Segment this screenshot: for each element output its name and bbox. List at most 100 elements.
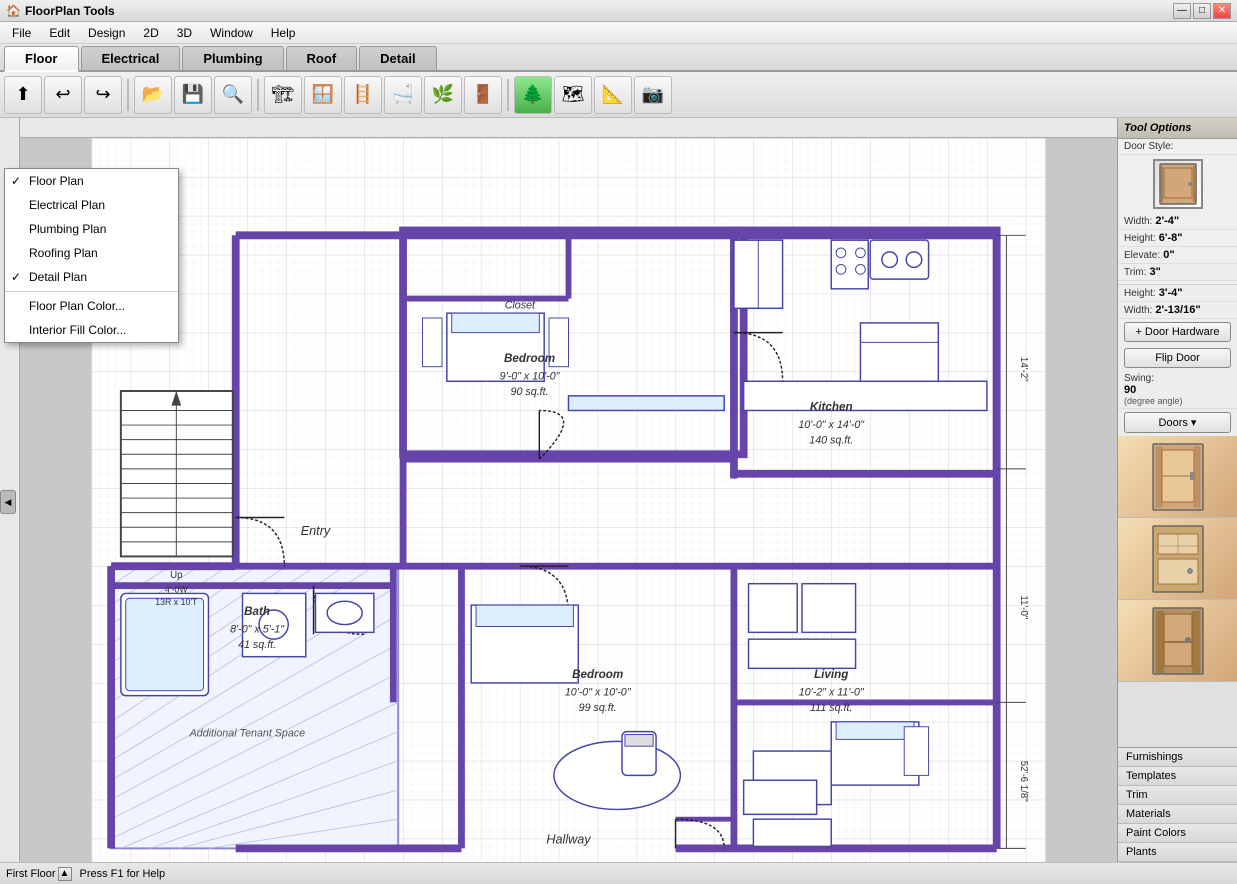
tool-3d-view[interactable]: 🌲 (514, 76, 552, 114)
tab-electrical[interactable]: Electrical (81, 46, 181, 70)
category-paint-colors[interactable]: Paint Colors (1118, 824, 1237, 843)
category-furnishings[interactable]: Furnishings (1118, 748, 1237, 767)
height-value: 6'-8" (1159, 232, 1183, 244)
menu-help[interactable]: Help (263, 24, 304, 42)
floor-name: First Floor (6, 868, 56, 880)
tool-select[interactable]: ⬆ (4, 76, 42, 114)
main-area: ◀ (0, 118, 1237, 862)
svg-text:10'-2" x 11'-0": 10'-2" x 11'-0" (799, 687, 865, 699)
width2-label: Width: (1124, 305, 1152, 316)
swing-label: Swing: (1124, 373, 1231, 384)
tool-zoom[interactable]: 🔍 (214, 76, 252, 114)
svg-text:111 sq.ft.: 111 sq.ft. (810, 702, 852, 714)
title-bar: 🏠 FloorPlan Tools — □ ✕ (0, 0, 1237, 22)
svg-text:41 sq.ft.: 41 sq.ft. (238, 639, 276, 651)
elevate-row: Elevate: 0" (1118, 247, 1237, 264)
svg-text:9'-0" x 10'-0": 9'-0" x 10'-0" (500, 370, 561, 382)
tool-window[interactable]: 🪟 (304, 76, 342, 114)
menu-window[interactable]: Window (202, 24, 261, 42)
tool-stair[interactable]: 🪜 (344, 76, 382, 114)
minimize-button[interactable]: — (1173, 3, 1191, 19)
menu-item-plumbing-plan[interactable]: Plumbing Plan (5, 217, 178, 241)
menu-item-interior-fill[interactable]: Interior Fill Color... (5, 318, 178, 342)
svg-text:Bedroom: Bedroom (572, 668, 623, 681)
svg-text:99 sq.ft.: 99 sq.ft. (579, 702, 617, 714)
menu-item-roofing-plan[interactable]: Roofing Plan (5, 241, 178, 265)
door-thumb-1[interactable] (1118, 436, 1237, 518)
maximize-button[interactable]: □ (1193, 3, 1211, 19)
svg-text:Kitchen: Kitchen (810, 400, 853, 413)
swing-unit: (degree angle) (1124, 396, 1231, 406)
menu-2d[interactable]: 2D (135, 24, 166, 42)
tool-open[interactable]: 📂 (134, 76, 172, 114)
doors-dropdown-button[interactable]: Doors ▾ (1124, 412, 1231, 433)
menu-3d[interactable]: 3D (169, 24, 200, 42)
category-materials[interactable]: Materials (1118, 805, 1237, 824)
tab-detail[interactable]: Detail (359, 46, 436, 70)
category-templates[interactable]: Templates (1118, 767, 1237, 786)
tool-plant[interactable]: 🌿 (424, 76, 462, 114)
tool-redo[interactable]: ↪ (84, 76, 122, 114)
menu-item-floor-color[interactable]: Floor Plan Color... (5, 294, 178, 318)
width-row: Width: 2'-4" (1118, 213, 1237, 230)
category-trim[interactable]: Trim (1118, 786, 1237, 805)
category-list: Furnishings Templates Trim Materials Pai… (1118, 747, 1237, 862)
svg-text:90 sq.ft.: 90 sq.ft. (511, 386, 549, 398)
canvas-area[interactable]: ◀ (0, 118, 1117, 862)
app-icon: 🏠 (6, 4, 21, 18)
tool-floorplan-view[interactable]: 🗺 (554, 76, 592, 114)
door-style-preview[interactable] (1153, 159, 1203, 209)
title-bar-left: 🏠 FloorPlan Tools (6, 4, 115, 18)
floor-up-button[interactable]: ▲ (58, 867, 72, 881)
svg-text:Bedroom: Bedroom (504, 352, 555, 365)
door-style-row: Door Style: (1118, 139, 1237, 155)
tab-plumbing[interactable]: Plumbing (182, 46, 283, 70)
flip-door-button[interactable]: Flip Door (1124, 348, 1231, 368)
tool-door[interactable]: 🚪 (464, 76, 502, 114)
trim-row: Trim: 3" (1118, 264, 1237, 281)
menu-file[interactable]: File (4, 24, 39, 42)
category-plants[interactable]: Plants (1118, 843, 1237, 862)
add-hardware-button[interactable]: + Door Hardware (1124, 322, 1231, 342)
tool-camera[interactable]: 📷 (634, 76, 672, 114)
svg-text:Hallway: Hallway (546, 833, 591, 847)
svg-text:140 sq.ft.: 140 sq.ft. (809, 435, 853, 447)
svg-text:Up: Up (170, 570, 182, 581)
height2-row: Height: 3'-4" (1118, 285, 1237, 302)
menu-item-floor-plan[interactable]: Floor Plan (5, 169, 178, 193)
menu-item-detail-plan[interactable]: Detail Plan (5, 265, 178, 289)
door-thumb-3[interactable] (1118, 600, 1237, 682)
floor-selector: First Floor ▲ (6, 867, 72, 881)
tool-undo[interactable]: ↩ (44, 76, 82, 114)
svg-text:14'-2": 14'-2" (1018, 357, 1029, 382)
tool-bath[interactable]: 🛁 (384, 76, 422, 114)
tool-options-header: Tool Options (1118, 118, 1237, 139)
app-title: FloorPlan Tools (25, 4, 115, 18)
menu-design[interactable]: Design (80, 24, 133, 42)
tab-roof[interactable]: Roof (286, 46, 358, 70)
svg-text:11'-0": 11'-0" (1018, 595, 1029, 620)
ruler-top (20, 118, 1117, 138)
scroll-handle[interactable]: ◀ (0, 490, 16, 514)
status-bar: First Floor ▲ Press F1 for Help (0, 862, 1237, 884)
svg-text:4'-0W: 4'-0W (165, 584, 188, 594)
door-thumb-2[interactable] (1118, 518, 1237, 600)
height2-value: 3'-4" (1159, 287, 1183, 299)
tool-elevation[interactable]: 📐 (594, 76, 632, 114)
door-thumbnails[interactable] (1118, 436, 1237, 747)
dropdown-separator (5, 291, 178, 292)
svg-text:Closet: Closet (505, 299, 536, 311)
menu-item-electrical-plan[interactable]: Electrical Plan (5, 193, 178, 217)
svg-text:52'-6 1/8": 52'-6 1/8" (1018, 761, 1029, 803)
toolbar-sep-1 (127, 79, 129, 111)
tab-floor[interactable]: Floor (4, 46, 79, 72)
width2-row: Width: 2'-13/16" (1118, 302, 1237, 319)
floor-plan-canvas[interactable]: Closet Bedroom 9'-0" x 10'-0" 90 sq.ft. … (20, 138, 1117, 862)
height-label: Height: (1124, 233, 1156, 244)
width-label: Width: (1124, 216, 1152, 227)
tool-save[interactable]: 💾 (174, 76, 212, 114)
dropdown-menu: Floor Plan Electrical Plan Plumbing Plan… (4, 168, 179, 343)
menu-edit[interactable]: Edit (41, 24, 78, 42)
close-button[interactable]: ✕ (1213, 3, 1231, 19)
tool-wall[interactable]: 🏗 (264, 76, 302, 114)
